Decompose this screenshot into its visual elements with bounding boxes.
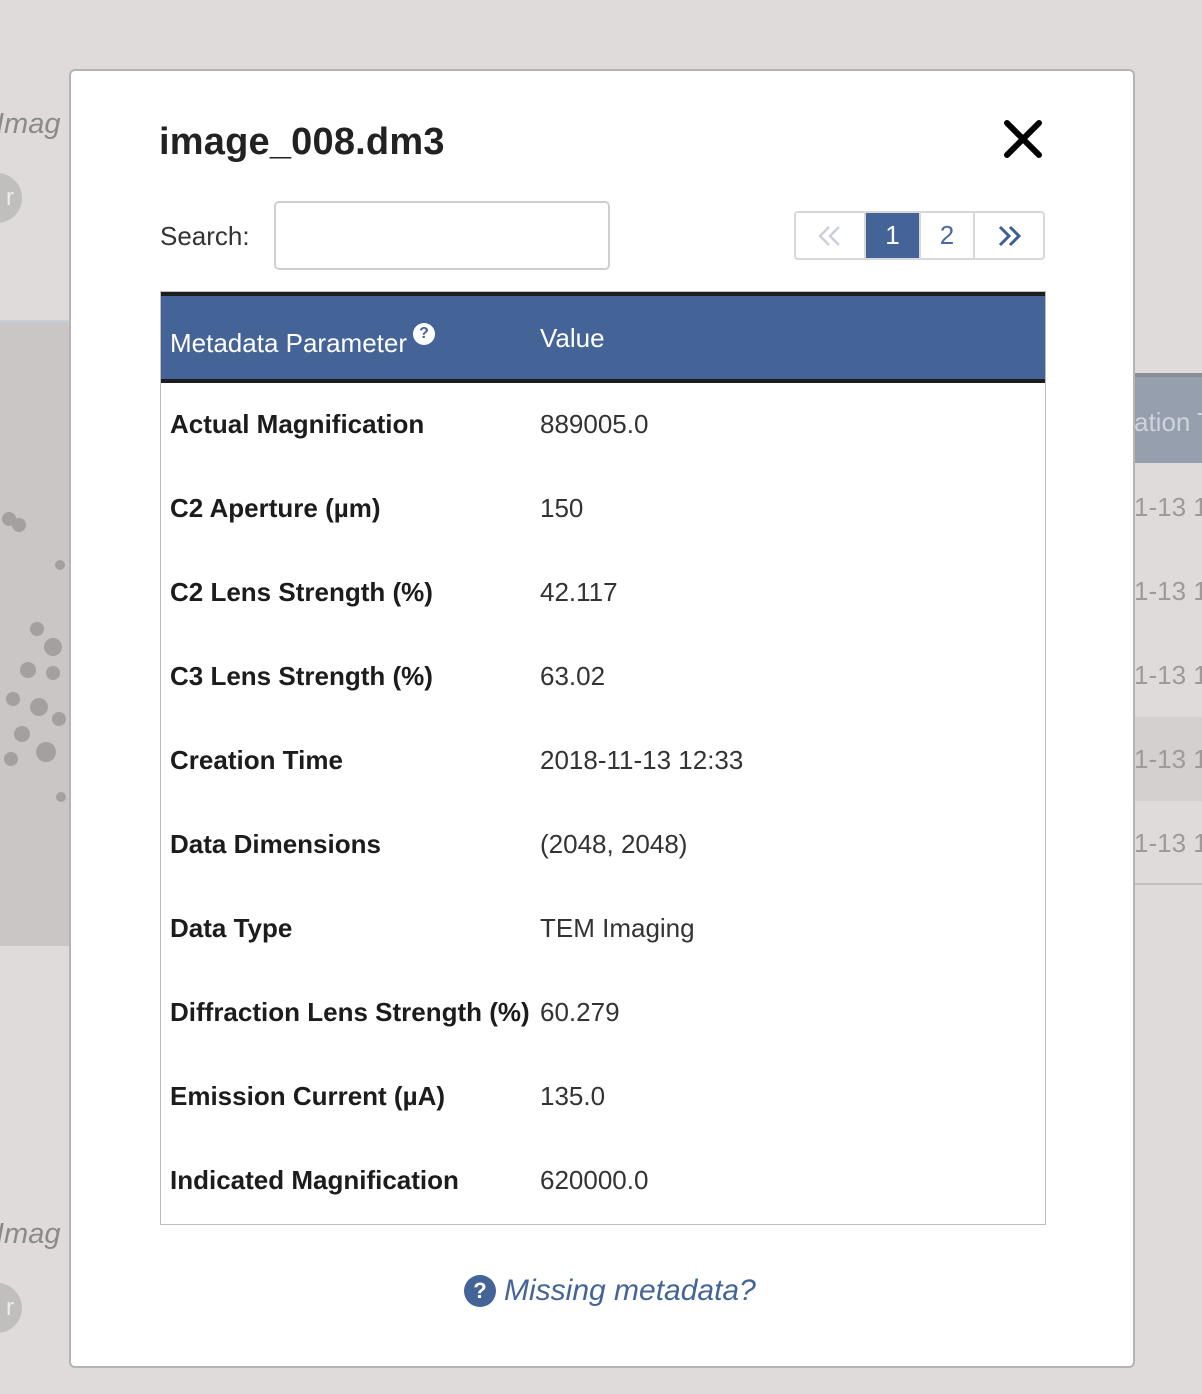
double-chevron-left-icon: [818, 225, 840, 246]
bg-avatar: r: [0, 1283, 22, 1333]
table-body: Actual Magnification 889005.0 C2 Aperture …: [161, 383, 1045, 1223]
parameter-name: Indicated Magnification: [170, 1165, 459, 1195]
parameter-value: 63.02: [540, 661, 606, 691]
parameter-name: C2 Aperture (µm): [170, 493, 381, 523]
table-row: Data Type TEM Imaging: [161, 887, 1045, 971]
bg-table-header: ation T: [1134, 373, 1202, 463]
parameter-name: Creation Time: [170, 745, 343, 775]
pagination-first-button[interactable]: [796, 213, 866, 258]
column-header-parameter[interactable]: Metadata Parameter?: [170, 323, 436, 359]
parameter-name: Data Dimensions: [170, 829, 381, 859]
bg-table-cell: 1-13 1: [1134, 660, 1202, 690]
parameter-name: C2 Lens Strength (%): [170, 577, 433, 607]
parameter-name: Diffraction Lens Strength (%): [170, 997, 530, 1027]
table-row: C2 Aperture (µm) 150: [161, 467, 1045, 551]
parameter-value: TEM Imaging: [540, 913, 695, 943]
pagination: 1 2: [794, 211, 1045, 260]
pagination-last-button[interactable]: [975, 213, 1043, 258]
bg-table-cell: 1-13 1: [1134, 717, 1202, 801]
table-row: C2 Lens Strength (%) 42.117: [161, 551, 1045, 635]
table-row: Diffraction Lens Strength (%) 60.279: [161, 971, 1045, 1055]
parameter-value: 150: [540, 493, 584, 523]
table-row: Creation Time 2018-11-13 12:33: [161, 719, 1045, 803]
close-button[interactable]: [1001, 117, 1045, 161]
parameter-value: 42.117: [540, 577, 618, 607]
bg-image-label: Imag: [0, 1218, 61, 1250]
missing-metadata-link[interactable]: ? Missing metadata?: [464, 1274, 756, 1308]
parameter-name: Data Type: [170, 913, 293, 943]
search-input[interactable]: [274, 201, 610, 270]
metadata-table: Metadata Parameter? Value Actual Magnifi…: [160, 291, 1046, 1225]
parameter-value: 2018-11-13 12:33: [540, 745, 744, 775]
table-row: Actual Magnification 889005.0: [161, 383, 1045, 467]
table-row: Emission Current (µA) 135.0: [161, 1055, 1045, 1139]
metadata-modal: image_008.dm3 Search: 1 2 Metadata Param: [69, 69, 1135, 1368]
parameter-value: 135.0: [540, 1081, 606, 1111]
bg-table-divider: [1134, 883, 1202, 885]
parameter-value: 60.279: [540, 997, 620, 1027]
help-icon[interactable]: ?: [413, 323, 436, 345]
parameter-value: 889005.0: [540, 409, 649, 439]
table-row: C3 Lens Strength (%) 63.02: [161, 635, 1045, 719]
search-label: Search:: [160, 221, 250, 251]
bg-avatar: r: [0, 173, 22, 223]
bg-table-cell: 1-13 1: [1134, 828, 1202, 858]
column-header-parameter-label: Metadata Parameter: [170, 328, 408, 358]
parameter-name: Emission Current (µA): [170, 1081, 446, 1111]
modal-title: image_008.dm3: [159, 121, 445, 163]
close-icon[interactable]: [1001, 117, 1045, 161]
bg-table-cell: 1-13 1: [1134, 576, 1202, 606]
table-row: Indicated Magnification 620000.0: [161, 1139, 1045, 1223]
double-chevron-right-icon: [998, 225, 1022, 246]
bg-table-cell: 1-13 1: [1134, 492, 1202, 522]
bg-image-label: Imag: [0, 108, 61, 140]
pagination-page-1[interactable]: 1: [866, 213, 921, 258]
parameter-name: Actual Magnification: [170, 409, 425, 439]
help-circle-icon: ?: [464, 1275, 496, 1307]
column-header-value[interactable]: Value: [540, 323, 605, 354]
parameter-value: 620000.0: [540, 1165, 649, 1195]
parameter-name: C3 Lens Strength (%): [170, 661, 433, 691]
parameter-value: (2048, 2048): [540, 829, 688, 859]
table-row: Data Dimensions (2048, 2048): [161, 803, 1045, 887]
missing-metadata-text: Missing metadata?: [504, 1274, 756, 1307]
bg-image-thumbnail: [0, 320, 80, 946]
pagination-page-2[interactable]: 2: [921, 213, 975, 258]
table-header: Metadata Parameter? Value: [161, 292, 1045, 383]
